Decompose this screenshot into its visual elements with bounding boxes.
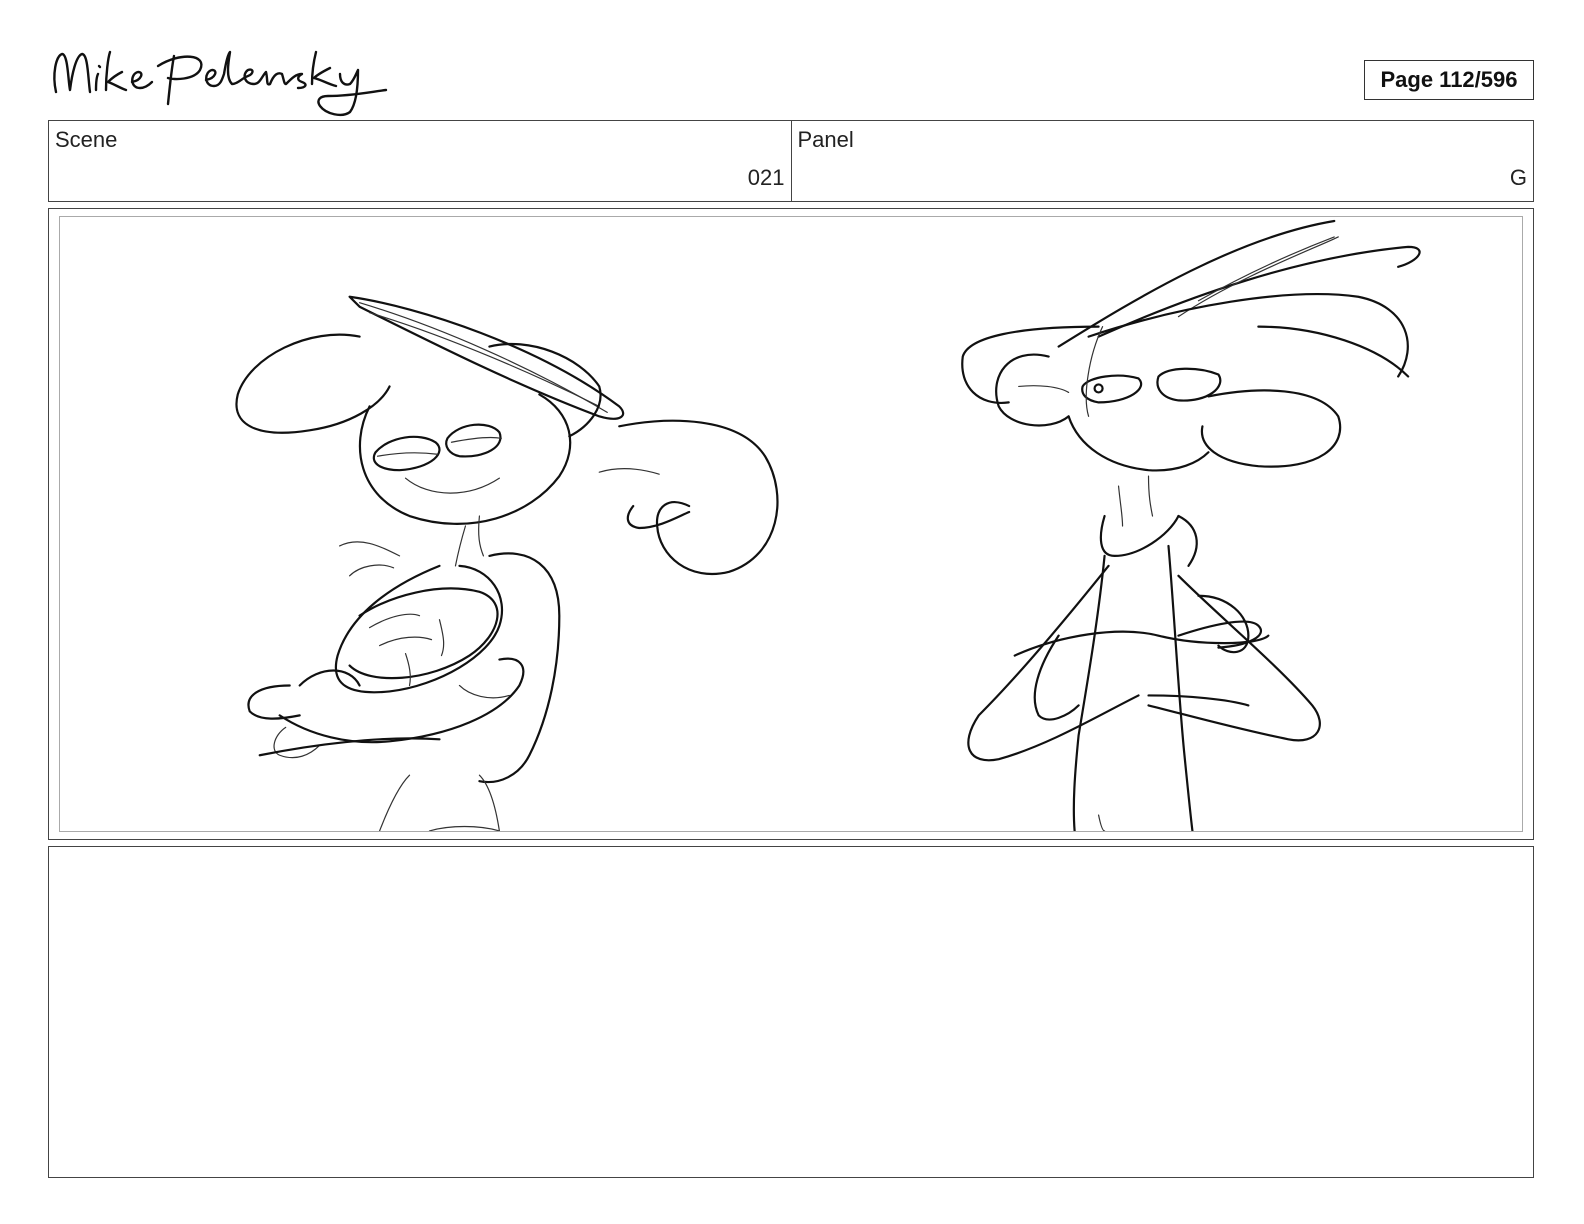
page-number-badge: Page 112/596 bbox=[1364, 60, 1534, 100]
panel-notes-box[interactable] bbox=[48, 846, 1534, 1178]
scene-cell: Scene 021 bbox=[49, 121, 791, 201]
scene-value: 021 bbox=[747, 165, 785, 190]
panel-value: G bbox=[1509, 165, 1527, 190]
storyboard-panel-frame bbox=[48, 208, 1534, 840]
left-character-sketch bbox=[235, 295, 779, 831]
author-signature bbox=[53, 50, 388, 117]
scene-label: Scene bbox=[55, 127, 118, 152]
right-character-sketch bbox=[961, 219, 1421, 831]
sketch-drawing bbox=[235, 219, 1421, 831]
page-number-label: Page 112/596 bbox=[1380, 67, 1518, 92]
scene-panel-info-row: Scene 021 Panel G bbox=[48, 120, 1534, 202]
panel-label: Panel bbox=[797, 127, 854, 152]
storyboard-panel-image bbox=[59, 216, 1523, 832]
panel-cell: Panel G bbox=[790, 121, 1534, 201]
